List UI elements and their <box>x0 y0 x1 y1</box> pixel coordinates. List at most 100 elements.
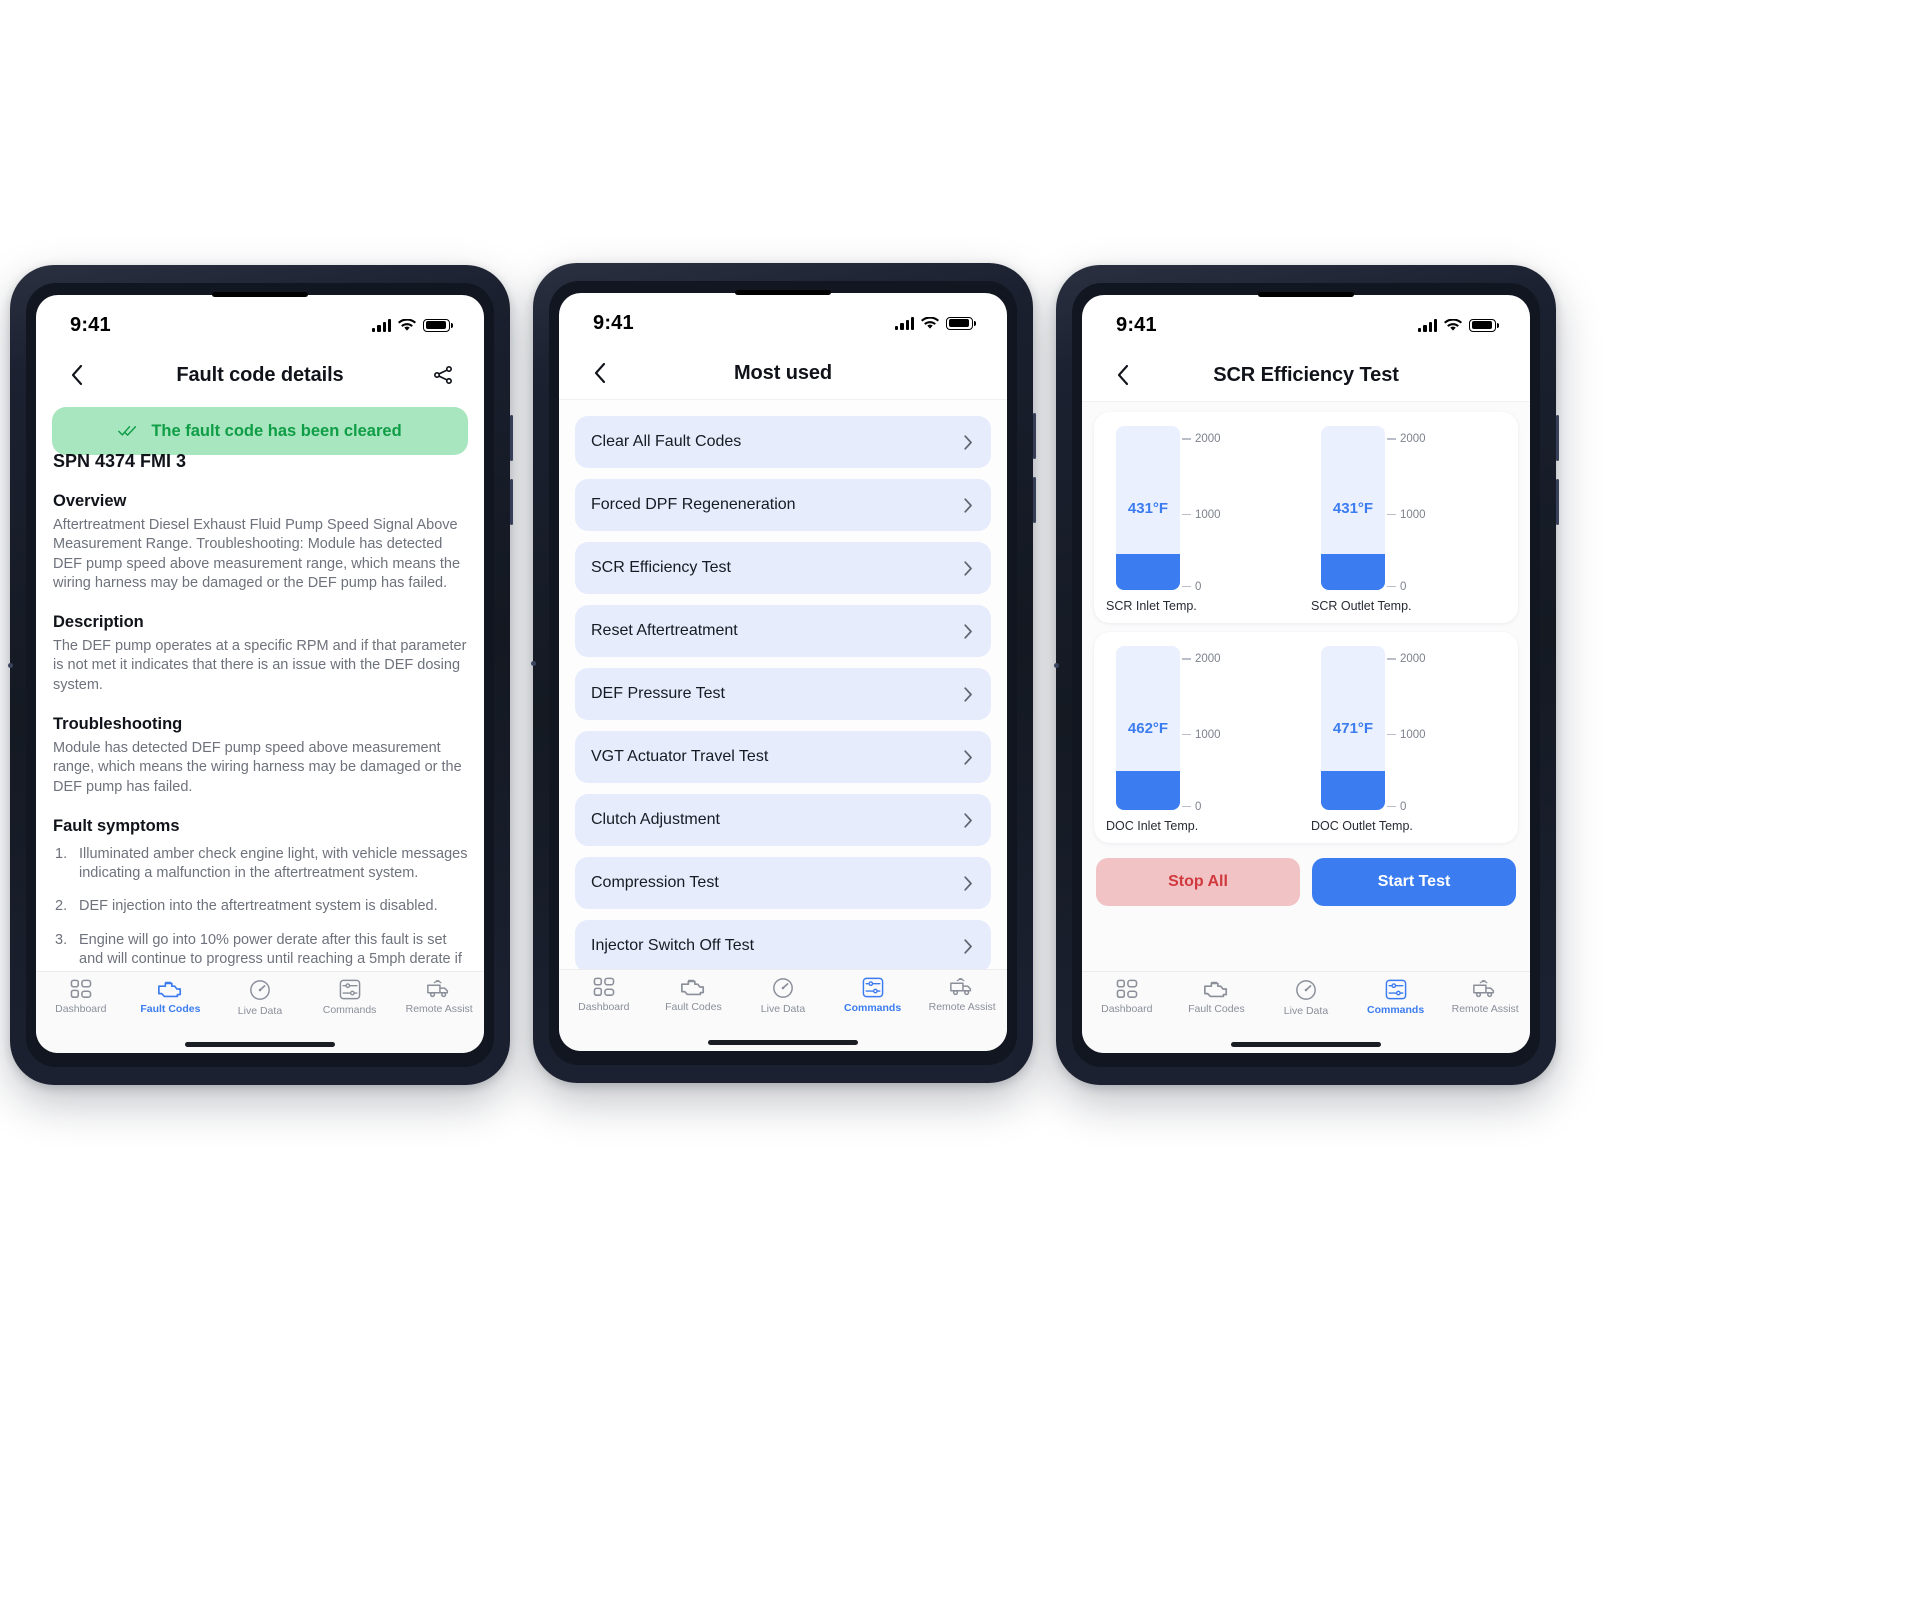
command-label: SCR Efficiency Test <box>591 559 731 576</box>
gauge-value: 431°F <box>1332 499 1374 517</box>
axis-tick: 1000 <box>1182 729 1221 741</box>
status-time: 9:41 <box>70 313 111 336</box>
engine-icon <box>681 979 705 996</box>
volume-down-button[interactable] <box>510 479 513 525</box>
list-item[interactable]: Clutch Adjustment <box>575 794 991 846</box>
tab-live-data[interactable]: Live Data <box>743 977 823 1015</box>
tab-remote-assist[interactable]: Remote Assist <box>922 977 1002 1013</box>
tab-commands[interactable]: Commands <box>1356 979 1436 1016</box>
back-button[interactable] <box>1106 358 1140 392</box>
gauge-label: SCR Inlet Temp. <box>1106 599 1197 613</box>
section-heading-description: Description <box>53 613 144 632</box>
list-item[interactable]: SCR Efficiency Test <box>575 542 991 594</box>
command-label: Forced DPF Regeneneration <box>591 496 796 513</box>
volume-down-button[interactable] <box>1033 477 1036 523</box>
tab-dashboard[interactable]: Dashboard <box>41 979 121 1015</box>
volume-up-button[interactable] <box>510 415 513 461</box>
tab-label: Dashboard <box>578 1001 630 1013</box>
screen-most-used: 9:41 Most used Clear All Fault Codes For… <box>559 293 1007 1051</box>
tab-label: Dashboard <box>55 1003 107 1015</box>
nav-bar: Fault code details <box>36 349 484 401</box>
chevron-right-icon <box>964 560 972 576</box>
section-body-troubleshooting: Module has detected DEF pump speed above… <box>53 739 462 795</box>
tab-remote-assist[interactable]: Remote Assist <box>399 979 479 1015</box>
home-indicator[interactable] <box>1231 1041 1381 1047</box>
earpiece-speaker <box>735 290 831 295</box>
list-item[interactable]: Forced DPF Regeneneration <box>575 479 991 531</box>
gauge-fill <box>1116 770 1180 810</box>
list-item[interactable]: Injector Switch Off Test <box>575 920 991 969</box>
tab-fault-codes[interactable]: Fault Codes <box>1176 979 1256 1015</box>
volume-down-button[interactable] <box>1556 479 1559 525</box>
gauge-bar: 462°F <box>1116 646 1180 810</box>
back-button[interactable] <box>60 358 94 392</box>
tab-commands[interactable]: Commands <box>833 977 913 1014</box>
status-bar: 9:41 <box>559 293 1007 347</box>
status-bar: 9:41 <box>1082 295 1530 349</box>
tick-label: 2000 <box>1195 653 1221 666</box>
tab-dashboard[interactable]: Dashboard <box>1087 979 1167 1015</box>
screenshot-canvas: 9:41 Fault code details The fault code h… <box>0 0 1920 1600</box>
volume-up-button[interactable] <box>1033 413 1036 459</box>
gauge-bar: 431°F <box>1116 426 1180 590</box>
gauge-scr-inlet-temp: 431°F 2000 1000 0 SCR Inlet Temp. <box>1104 426 1303 613</box>
gauge-value: 431°F <box>1127 499 1169 517</box>
chevron-left-icon <box>1117 365 1129 385</box>
grid-dashboard-icon <box>593 977 615 996</box>
back-button[interactable] <box>583 356 617 390</box>
list-item[interactable]: DEF Pressure Test <box>575 668 991 720</box>
camera-dot <box>8 663 13 668</box>
home-indicator-area <box>1082 1035 1530 1053</box>
tab-dashboard[interactable]: Dashboard <box>564 977 644 1013</box>
share-button[interactable] <box>426 358 460 392</box>
tick-dash-icon <box>1387 513 1396 516</box>
tab-fault-codes[interactable]: Fault Codes <box>653 977 733 1013</box>
tab-live-data[interactable]: Live Data <box>220 979 300 1017</box>
tick-label: 2000 <box>1400 433 1426 446</box>
gauge-axis: 2000 1000 0 <box>1182 426 1303 593</box>
list-item[interactable]: Compression Test <box>575 857 991 909</box>
list-item[interactable]: VGT Actuator Travel Test <box>575 731 991 783</box>
list-item-number: 2. <box>55 898 68 915</box>
home-indicator[interactable] <box>708 1039 858 1045</box>
gauge-fill <box>1116 553 1180 590</box>
tab-live-data[interactable]: Live Data <box>1266 979 1346 1017</box>
home-indicator-area <box>559 1033 1007 1051</box>
tab-commands[interactable]: Commands <box>310 979 390 1016</box>
stop-all-button[interactable]: Stop All <box>1096 858 1300 906</box>
earpiece-speaker <box>212 292 308 297</box>
gauge-axis: 2000 1000 0 <box>1387 426 1508 593</box>
tab-fault-codes[interactable]: Fault Codes <box>130 979 210 1015</box>
tab-label: Remote Assist <box>928 1001 996 1013</box>
tick-dash-icon <box>1182 806 1191 808</box>
command-label: Clear All Fault Codes <box>591 433 742 450</box>
page-title: Most used <box>734 361 832 384</box>
tick-label: 0 <box>1400 580 1407 593</box>
bottom-tab-bar: Dashboard Fault Codes Live Data Commands… <box>36 971 484 1035</box>
status-time: 9:41 <box>593 311 634 334</box>
chevron-right-icon <box>964 497 972 513</box>
status-time: 9:41 <box>1116 313 1157 336</box>
axis-tick: 1000 <box>1387 729 1426 741</box>
command-label: Reset Aftertreatment <box>591 622 738 639</box>
section-heading-fault-symptoms: Fault symptoms <box>53 816 180 835</box>
tick-dash-icon <box>1387 733 1396 736</box>
tick-dash-icon <box>1182 586 1191 588</box>
fault-code-id: SPN 4374 FMI 3 <box>53 451 187 471</box>
list-item[interactable]: Reset Aftertreatment <box>575 605 991 657</box>
page-title: SCR Efficiency Test <box>1213 363 1399 386</box>
tick-dash-icon <box>1387 586 1396 588</box>
list-item[interactable]: Clear All Fault Codes <box>575 416 991 468</box>
tick-label: 1000 <box>1195 728 1221 741</box>
list-item: 2. DEF injection into the aftertreatment… <box>52 897 468 916</box>
volume-up-button[interactable] <box>1556 415 1559 461</box>
start-test-button[interactable]: Start Test <box>1312 858 1516 906</box>
command-label: Compression Test <box>591 874 719 891</box>
tick-dash-icon <box>1387 806 1396 808</box>
tab-remote-assist[interactable]: Remote Assist <box>1445 979 1525 1015</box>
axis-tick: 2000 <box>1387 433 1426 445</box>
scr-test-body: 431°F 2000 1000 0 SCR Inlet Temp. 431°F … <box>1082 401 1530 971</box>
gauge-card-row-1: 431°F 2000 1000 0 SCR Inlet Temp. 431°F … <box>1094 412 1518 623</box>
home-indicator[interactable] <box>185 1041 335 1047</box>
axis-tick: 0 <box>1387 801 1406 813</box>
